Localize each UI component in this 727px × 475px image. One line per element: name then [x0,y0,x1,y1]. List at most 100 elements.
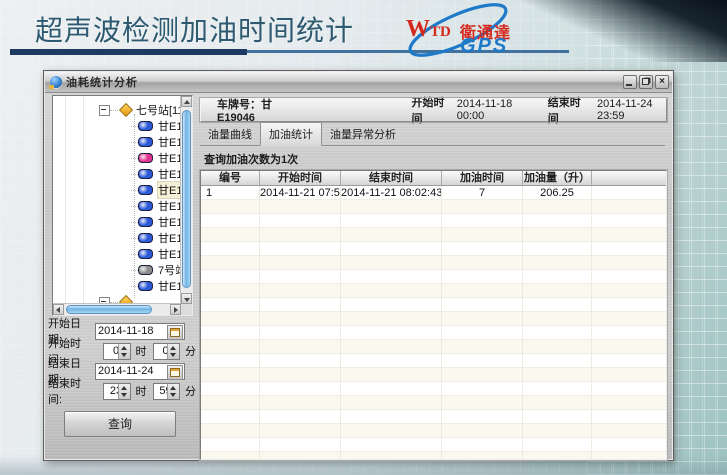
query-button[interactable]: 查询 [64,411,176,437]
arrow-down-icon [184,298,190,302]
table-cell [442,354,523,368]
close-button[interactable]: × [655,75,669,89]
minimize-button[interactable] [623,75,637,89]
table-cell [523,200,592,214]
tree-vertical-scrollbar[interactable] [180,96,192,304]
table-cell [592,284,666,298]
spin-up-icon [121,386,127,390]
table-cell [260,270,341,284]
end-time-caption: 结束时间 [548,94,583,126]
table-row-empty [201,200,666,214]
window-titlebar[interactable]: 油耗统计分析 [45,72,672,93]
column-header[interactable]: 加油时间 [442,171,523,185]
column-header[interactable]: 结束时间 [341,171,442,185]
table-cell [201,382,260,396]
scroll-right-button[interactable] [170,304,181,315]
table-cell [592,410,666,424]
tab-fuel-anomaly-analysis[interactable]: 油量异常分析 [322,123,404,145]
plate-number: 车牌号：甘E19046 [217,96,292,124]
restore-button[interactable] [639,75,653,89]
column-header[interactable]: 开始时间 [260,171,341,185]
table-cell [260,214,341,228]
table-cell [260,438,341,452]
table-row-empty [201,298,666,312]
tree-item-vehicle[interactable]: 甘E1 [53,118,181,134]
tree-item-label: 甘E1 [158,214,181,230]
arrow-left-icon [56,307,60,313]
tree-root-node[interactable]: 七号站[11] [53,102,181,118]
end-minute-stepper[interactable]: 59 [153,383,181,400]
table-cell [592,298,666,312]
tree-item-vehicle[interactable]: 甘E1 [53,230,181,246]
table-cell [341,326,442,340]
tree-item-label: 甘E1 [158,230,181,246]
stepper-buttons[interactable] [167,344,179,359]
table-row-empty [201,312,666,326]
table-cell [201,214,260,228]
table-cell [523,382,592,396]
scroll-down-button[interactable] [181,293,192,304]
table-cell [592,424,666,438]
table-cell [201,326,260,340]
end-hour-stepper[interactable]: 23 [103,383,131,400]
column-header[interactable]: 编号 [201,171,260,185]
table-cell [341,200,442,214]
stepper-buttons[interactable] [167,384,179,399]
car-icon [138,121,153,131]
column-header[interactable]: 加油量（升） [523,171,592,185]
tab-fuel-curve[interactable]: 油量曲线 [200,123,260,145]
table-cell [341,424,442,438]
stepper-buttons[interactable] [118,384,130,399]
collapse-expander-icon[interactable] [99,105,110,116]
tab-refuel-statistics[interactable]: 加油统计 [260,122,322,146]
table-row[interactable]: 12014-11-21 07:56...2014-11-21 08:02:437… [201,186,666,200]
table-cell [260,242,341,256]
table-cell [592,312,666,326]
start-date-calendar-button[interactable] [167,325,183,340]
table-row-empty [201,382,666,396]
tree-item-vehicle[interactable]: 甘E1 [53,134,181,150]
table-cell [341,298,442,312]
start-date-value: 2014-11-18 [98,325,153,337]
tree-item-vehicle[interactable]: 甘E1 [53,166,181,182]
table-cell [341,284,442,298]
window-title: 油耗统计分析 [66,74,138,90]
tree-content: 七号站[11] 甘E1甘E1甘E1甘E1甘E1甘E1甘E1甘E1甘E17号站甘E… [53,96,181,304]
vertical-scroll-thumb[interactable] [182,110,191,288]
arrow-up-icon [184,100,190,104]
tree-item-vehicle[interactable]: 甘E1 [53,246,181,262]
table-cell [341,438,442,452]
end-date-calendar-button[interactable] [167,365,183,380]
tree-horizontal-scrollbar[interactable] [53,303,181,315]
scroll-left-button[interactable] [53,304,64,315]
table-cell [341,410,442,424]
restore-icon [642,78,649,85]
minute-unit-label: 分 [185,343,196,359]
tree-item-vehicle[interactable]: 甘E1 [53,150,181,166]
tree-item-vehicle[interactable]: 7号站 [53,262,181,278]
tree-item-vehicle[interactable]: 甘E1 [53,182,181,198]
table-cell [592,270,666,284]
tree-connector [131,238,138,239]
table-cell [592,242,666,256]
tree-items: 甘E1甘E1甘E1甘E1甘E1甘E1甘E1甘E1甘E17号站甘E1 [53,118,181,294]
stepper-buttons[interactable] [118,344,130,359]
column-header[interactable] [592,171,666,185]
scroll-up-button[interactable] [181,96,192,107]
tree-item-vehicle[interactable]: 甘E1 [53,278,181,294]
tree-item-vehicle[interactable]: 甘E1 [53,198,181,214]
spin-down-icon [170,393,176,397]
table-row-empty [201,256,666,270]
car-icon [138,281,153,291]
end-date-input[interactable]: 2014-11-24 [95,363,185,380]
tree-item-vehicle[interactable]: 甘E1 [53,214,181,230]
table-cell [442,256,523,270]
start-date-input[interactable]: 2014-11-18 [95,323,185,340]
start-hour-stepper[interactable]: 0 [103,343,131,360]
table-cell [523,410,592,424]
table-cell [201,284,260,298]
table-cell [201,340,260,354]
start-minute-stepper[interactable]: 0 [153,343,181,360]
table-cell [341,270,442,284]
horizontal-scroll-thumb[interactable] [66,305,152,314]
